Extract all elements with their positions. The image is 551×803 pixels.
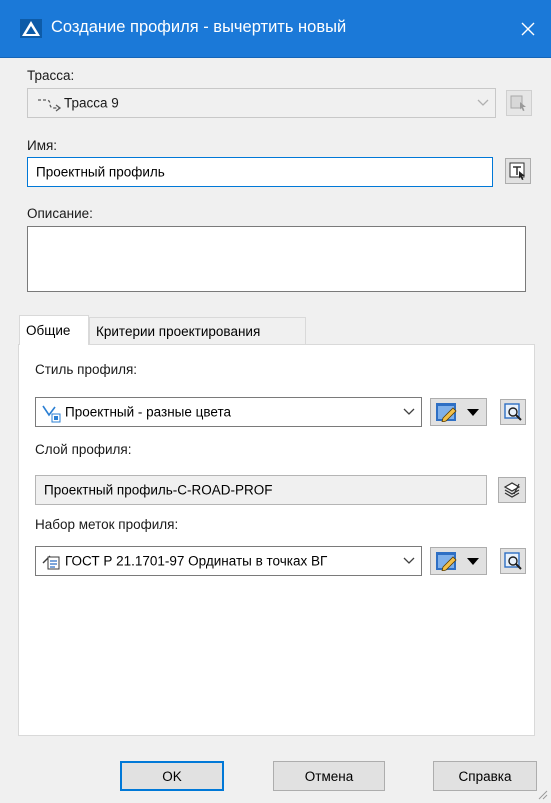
dropdown-arrow-icon bbox=[467, 558, 479, 565]
profile-style-dropdown[interactable]: Проектный - разные цвета bbox=[35, 397, 422, 427]
profile-layer-field: Проектный профиль-C-ROAD-PROF bbox=[35, 475, 487, 505]
ok-button[interactable]: OK bbox=[120, 761, 224, 791]
profile-layer-label: Слой профиля: bbox=[35, 442, 132, 457]
close-icon bbox=[521, 22, 535, 36]
edit-style-icon bbox=[436, 403, 457, 422]
alignment-dropdown[interactable]: Трасса 9 bbox=[27, 88, 496, 118]
label-set-label: Набор меток профиля: bbox=[35, 517, 179, 532]
name-input[interactable]: Проектный профиль bbox=[27, 157, 493, 187]
alignment-icon bbox=[38, 99, 62, 112]
description-label: Описание: bbox=[27, 206, 93, 221]
alignment-value: Трасса 9 bbox=[64, 95, 119, 111]
pick-from-drawing-icon bbox=[510, 95, 526, 111]
tab-general[interactable]: Общие bbox=[19, 315, 89, 345]
cancel-button[interactable]: Отмена bbox=[273, 761, 385, 791]
alignment-label: Трасса: bbox=[27, 68, 75, 83]
profile-style-label: Стиль профиля: bbox=[35, 362, 138, 377]
label-set-value: ГОСТ Р 21.1701-97 Ординаты в точках ВГ bbox=[65, 553, 328, 569]
layers-icon bbox=[503, 482, 521, 498]
dialog-title: Создание профиля - вычертить новый bbox=[51, 18, 347, 36]
preview-icon bbox=[504, 552, 522, 570]
civil3d-app-icon bbox=[20, 19, 42, 38]
edit-style-split-button[interactable] bbox=[430, 398, 487, 426]
profile-style-value: Проектный - разные цвета bbox=[65, 404, 231, 420]
preview-icon bbox=[504, 403, 522, 421]
name-template-button[interactable] bbox=[505, 158, 531, 184]
preview-style-button[interactable] bbox=[500, 399, 526, 425]
title-bar: Создание профиля - вычертить новый bbox=[0, 0, 551, 58]
label-set-icon bbox=[42, 555, 60, 570]
chevron-down-icon bbox=[477, 99, 489, 106]
chevron-down-icon bbox=[403, 408, 415, 415]
description-textarea[interactable] bbox=[27, 226, 526, 292]
name-template-icon bbox=[509, 162, 525, 180]
profile-style-icon bbox=[42, 405, 61, 423]
pick-alignment-button[interactable] bbox=[506, 90, 532, 116]
name-label: Имя: bbox=[27, 138, 58, 153]
help-button[interactable]: Справка bbox=[433, 761, 537, 791]
profile-layer-value: Проектный профиль-C-ROAD-PROF bbox=[44, 482, 273, 498]
name-value: Проектный профиль bbox=[36, 164, 165, 180]
resize-grip-icon[interactable] bbox=[536, 788, 548, 800]
close-button[interactable] bbox=[505, 0, 551, 58]
edit-label-set-split-button[interactable] bbox=[430, 547, 487, 575]
tab-design-criteria[interactable]: Критерии проектирования bbox=[89, 317, 306, 345]
dropdown-arrow-icon bbox=[467, 409, 479, 416]
select-layer-button[interactable] bbox=[498, 477, 526, 503]
edit-label-set-icon bbox=[436, 552, 457, 571]
chevron-down-icon bbox=[403, 557, 415, 564]
label-set-dropdown[interactable]: ГОСТ Р 21.1701-97 Ординаты в точках ВГ bbox=[35, 546, 422, 576]
preview-label-set-button[interactable] bbox=[500, 548, 526, 574]
